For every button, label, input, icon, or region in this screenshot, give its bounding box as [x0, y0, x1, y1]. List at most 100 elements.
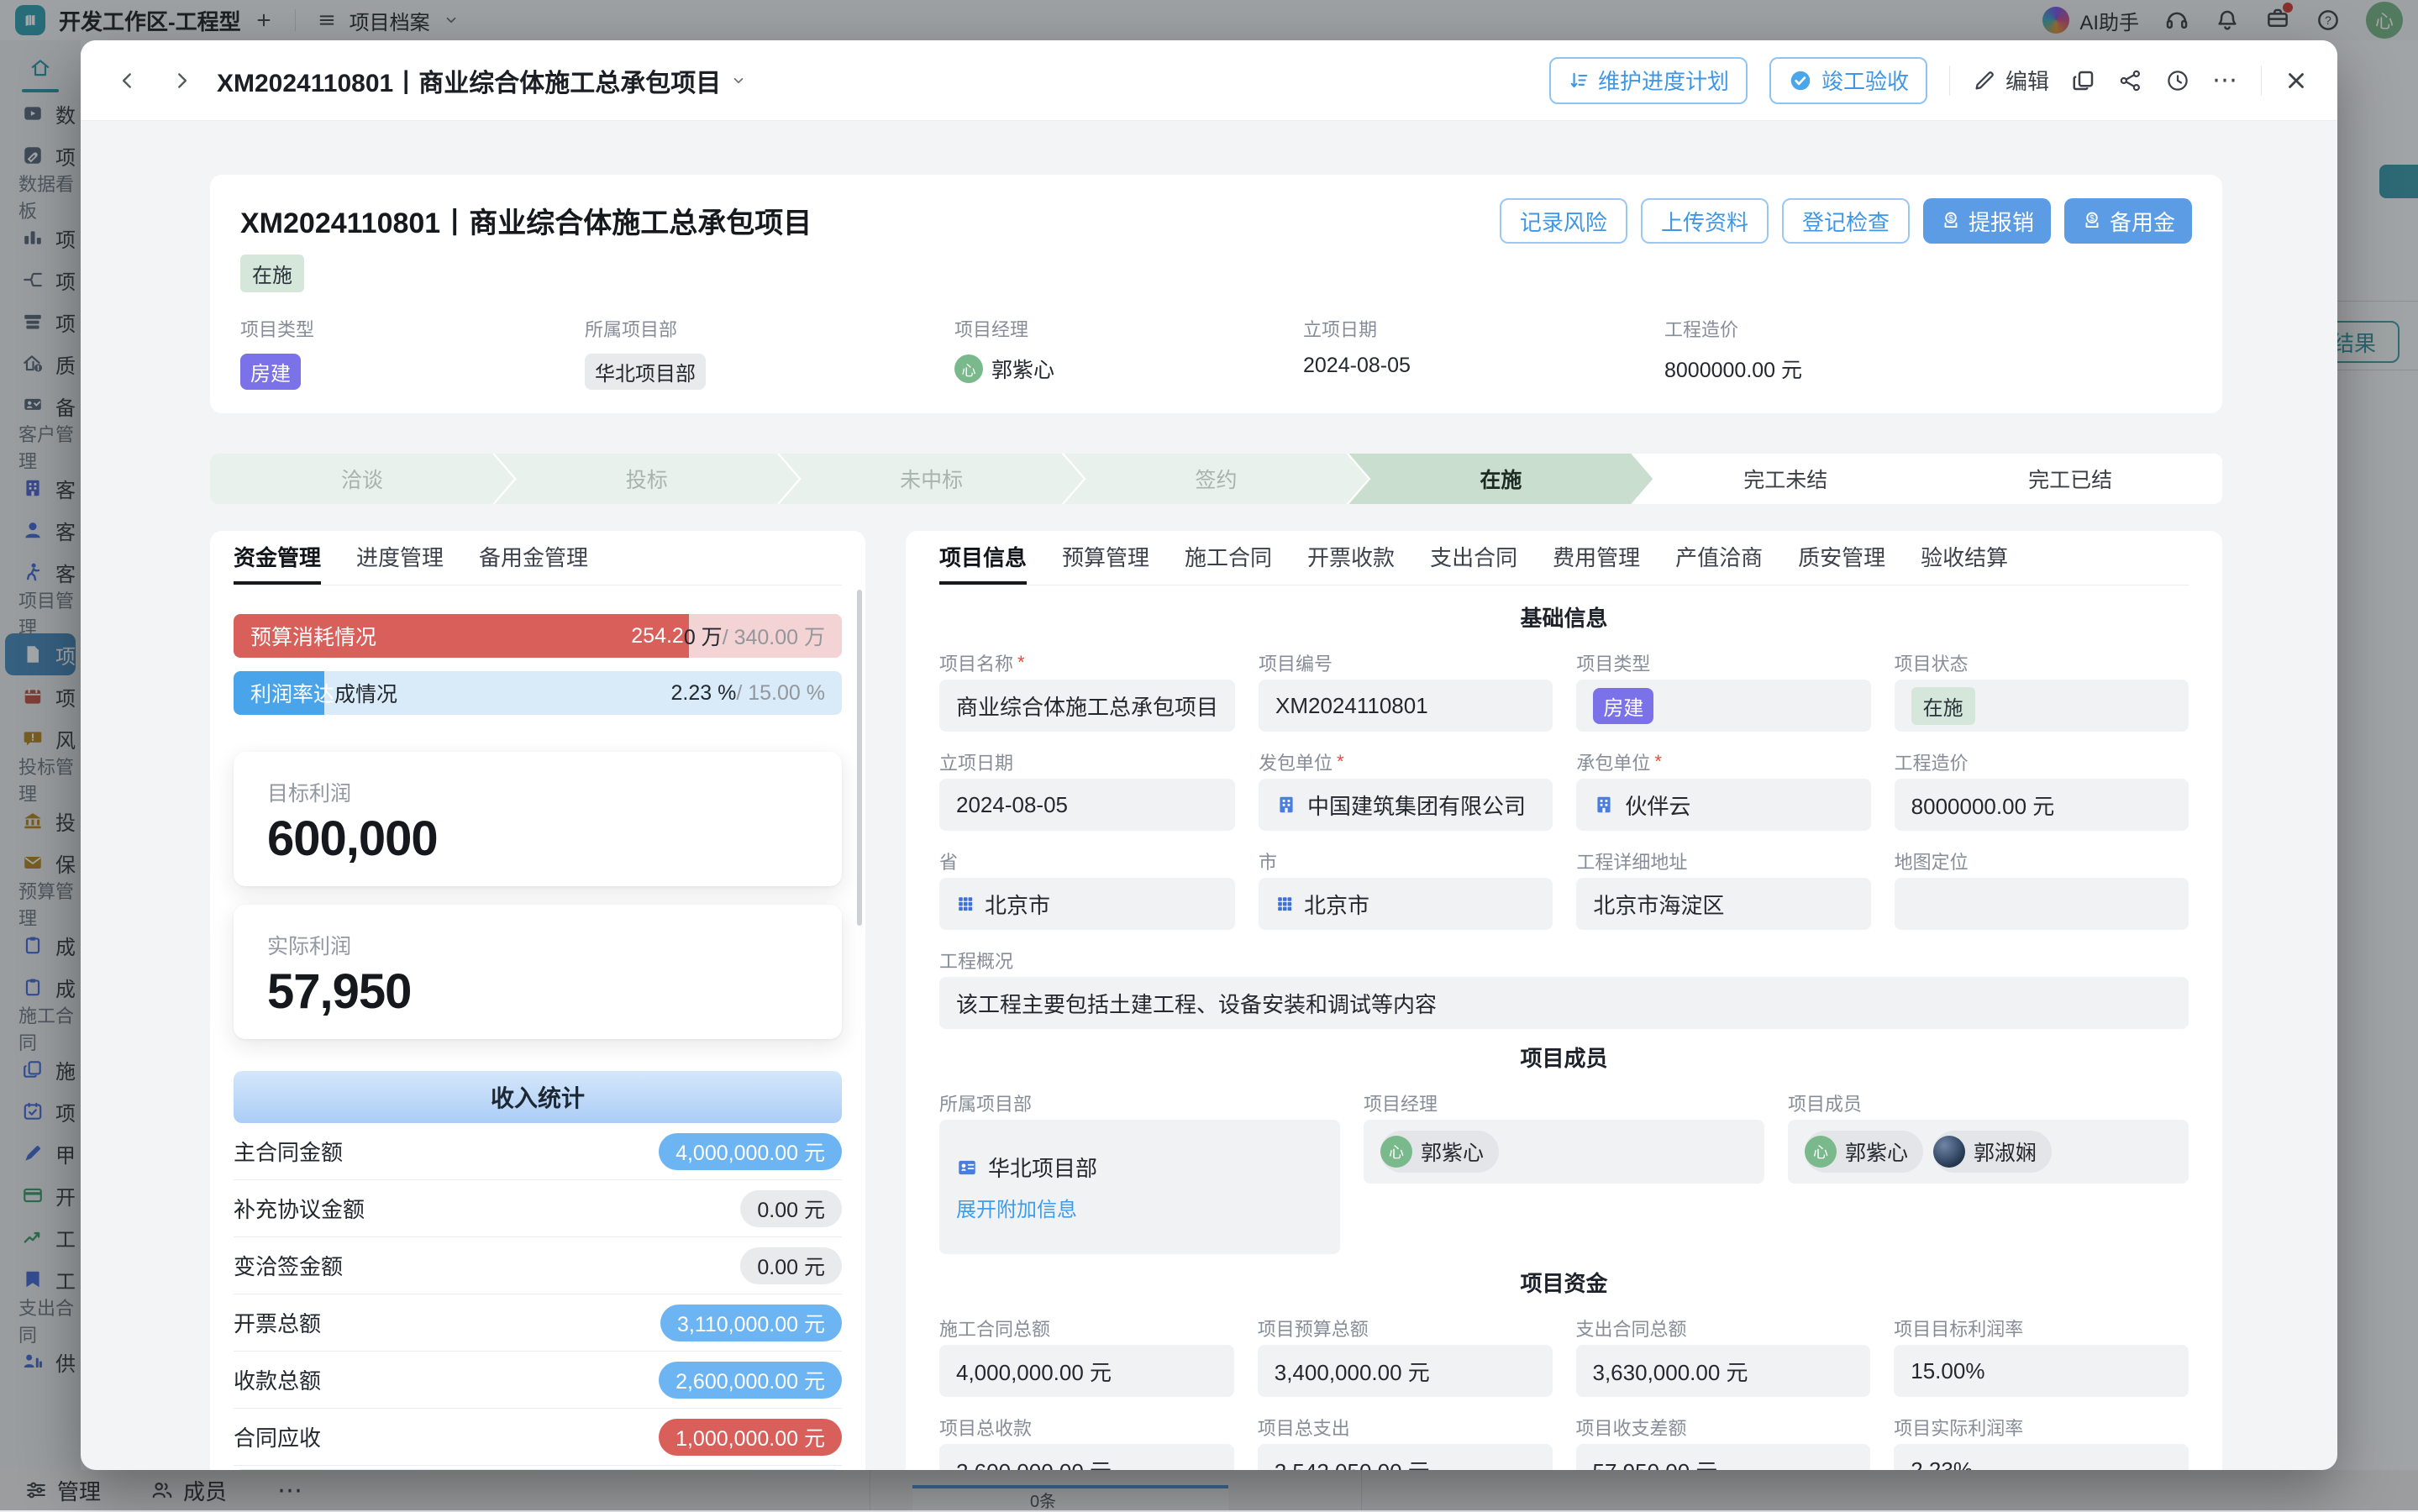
upload-docs-button[interactable]: 上传资料 — [1641, 198, 1769, 244]
amount-pill: 0.00 元 — [740, 1190, 842, 1227]
amount-pill: 2,600,000.00 元 — [659, 1362, 842, 1399]
record-title: XM2024110801丨商业综合体施工总承包项目 — [217, 62, 746, 99]
field-project-members[interactable]: 心郭紫心 郭淑娴 — [1788, 1120, 2189, 1184]
reserve-fund-button[interactable]: 备用金 — [2064, 198, 2192, 244]
tab-budget[interactable]: 预算管理 — [1062, 531, 1149, 585]
field-balance[interactable]: 57,950.00 元 — [1576, 1444, 1871, 1470]
section-funds: 项目资金 — [939, 1266, 2189, 1298]
field-client-unit[interactable]: 中国建筑集团有限公司 — [1259, 779, 1553, 831]
expand-extra-info-link[interactable]: 展开附加信息 — [956, 1193, 1077, 1222]
grid-icon — [1275, 895, 1294, 913]
tab-output-negotiation[interactable]: 产值洽商 — [1675, 531, 1763, 585]
field-city[interactable]: 北京市 — [1259, 878, 1553, 930]
project-type-badge: 房建 — [240, 354, 301, 390]
step-bidding[interactable]: 投标 — [495, 454, 799, 504]
amount-pill: 4,000,000.00 元 — [659, 1133, 842, 1170]
left-tabs: 资金管理 进度管理 备用金管理 — [234, 531, 842, 585]
seal-check-icon — [1788, 68, 1813, 93]
status-badge: 在施 — [240, 255, 304, 292]
actual-profit-value: 57,950 — [267, 963, 808, 1020]
funds-panel: 资金管理 进度管理 备用金管理 预算消耗情况254.20 万 / 340.00 … — [210, 531, 865, 1470]
modal-body: XM2024110801丨商业综合体施工总承包项目 在施 记录风险 上传资料 登… — [81, 121, 2337, 1470]
chevron-down-icon[interactable] — [731, 73, 746, 88]
income-row: 补充协议金额0.00 元 — [234, 1180, 842, 1237]
profit-rate-bar: 利润率达成情况2.23 % / 15.00 % — [234, 671, 842, 715]
member-chip: 心郭紫心 — [1380, 1131, 1499, 1173]
tab-quality-safety[interactable]: 质安管理 — [1798, 531, 1885, 585]
step-not-won[interactable]: 未中标 — [780, 454, 1084, 504]
step-negotiation[interactable]: 洽谈 — [210, 454, 514, 504]
field-contract-total[interactable]: 4,000,000.00 元 — [939, 1345, 1234, 1397]
id-card-icon — [956, 1157, 978, 1179]
tab-progress[interactable]: 进度管理 — [356, 531, 444, 585]
income-statistics-button[interactable]: 收入统计 — [234, 1071, 842, 1123]
member-avatar: 心 — [1805, 1136, 1837, 1168]
field-address[interactable]: 北京市海淀区 — [1576, 878, 1870, 930]
field-project-cost[interactable]: 8000000.00 元 — [1895, 779, 2189, 831]
field-project-name[interactable]: 商业综合体施工总承包项目 — [939, 680, 1235, 732]
header-divider — [2261, 66, 2262, 96]
money-icon — [1940, 210, 1962, 232]
tab-invoicing[interactable]: 开票收款 — [1307, 531, 1395, 585]
field-department[interactable]: 华北项目部 展开附加信息 — [939, 1120, 1340, 1254]
building-icon — [1275, 794, 1297, 816]
field-start-date[interactable]: 2024-08-05 — [939, 779, 1235, 831]
close-icon[interactable] — [2284, 68, 2309, 93]
actual-profit-card: 实际利润 57,950 — [234, 905, 842, 1039]
manager-avatar: 心 — [954, 354, 983, 383]
target-profit-value: 600,000 — [267, 811, 808, 867]
tab-expense-contract[interactable]: 支出合同 — [1430, 531, 1517, 585]
field-expense-contract-total[interactable]: 3,630,000.00 元 — [1576, 1345, 1871, 1397]
register-inspection-button[interactable]: 登记检查 — [1782, 198, 1910, 244]
member-photo-avatar — [1933, 1136, 1965, 1168]
grid-icon — [956, 895, 975, 913]
member-chip: 心郭紫心 — [1805, 1131, 1923, 1173]
step-in-construction[interactable]: 在施 — [1348, 454, 1653, 504]
next-record-button[interactable] — [163, 62, 200, 99]
tab-construction-contract[interactable]: 施工合同 — [1185, 531, 1272, 585]
tab-reserve[interactable]: 备用金管理 — [479, 531, 588, 585]
field-actual-profit-rate[interactable]: 2.23% — [1894, 1444, 2189, 1470]
edit-button[interactable]: 编辑 — [1972, 65, 2049, 96]
completion-acceptance-button[interactable]: 竣工验收 — [1769, 57, 1927, 104]
prev-record-button[interactable] — [109, 62, 146, 99]
card-actions: 记录风险 上传资料 登记检查 提报销 备用金 — [1500, 198, 2192, 244]
field-project-overview[interactable]: 该工程主要包括土建工程、设备安装和调试等内容 — [939, 977, 2189, 1029]
copy-icon[interactable] — [2071, 68, 2096, 93]
submit-expense-button[interactable]: 提报销 — [1923, 198, 2051, 244]
step-finished-settled[interactable]: 完工已结 — [1918, 454, 2222, 504]
field-budget-total[interactable]: 3,400,000.00 元 — [1258, 1345, 1553, 1397]
project-meta: 项目类型房建 所属项目部华北项目部 项目经理心郭紫心 立项日期2024-08-0… — [240, 315, 2192, 390]
status-stepper: 洽谈 投标 未中标 签约 在施 完工未结 完工已结 — [210, 454, 2222, 504]
tab-cost-management[interactable]: 费用管理 — [1553, 531, 1640, 585]
history-clock-icon[interactable] — [2165, 68, 2190, 93]
more-actions-icon[interactable]: ⋯ — [2212, 66, 2239, 95]
header-divider — [1949, 66, 1950, 96]
record-risk-button[interactable]: 记录风险 — [1500, 198, 1627, 244]
tab-funds[interactable]: 资金管理 — [234, 531, 321, 585]
maintain-schedule-button[interactable]: 维护进度计划 — [1549, 57, 1748, 104]
field-project-status[interactable]: 在施 — [1895, 680, 2189, 732]
tab-project-info[interactable]: 项目信息 — [939, 531, 1027, 585]
field-contractor-unit[interactable]: 伙伴云 — [1576, 779, 1870, 831]
amount-pill: 1,000,000.00 元 — [659, 1419, 842, 1456]
member-avatar: 心 — [1380, 1136, 1412, 1168]
field-project-type[interactable]: 房建 — [1576, 680, 1870, 732]
field-total-received[interactable]: 2,600,000.00 元 — [939, 1444, 1234, 1470]
project-info-panel: 项目信息 预算管理 施工合同 开票收款 支出合同 费用管理 产值洽商 质安管理 … — [906, 531, 2222, 1470]
step-signed[interactable]: 签约 — [1064, 454, 1369, 504]
field-province[interactable]: 北京市 — [939, 878, 1235, 930]
tab-acceptance-settlement[interactable]: 验收结算 — [1921, 531, 2008, 585]
amount-pill: 0.00 元 — [740, 1247, 842, 1284]
left-panel-scrollbar[interactable] — [857, 590, 862, 926]
budget-consumption-bar: 预算消耗情况254.20 万 / 340.00 万 — [234, 614, 842, 658]
field-map-location[interactable] — [1895, 878, 2189, 930]
field-total-paid[interactable]: 2,542,050.00 元 — [1258, 1444, 1553, 1470]
expense-statistics-button-cut[interactable] — [234, 1469, 842, 1470]
share-icon[interactable] — [2118, 68, 2143, 93]
project-detail-modal: XM2024110801丨商业综合体施工总承包项目 维护进度计划 竣工验收 编辑… — [81, 40, 2337, 1470]
field-project-code[interactable]: XM2024110801 — [1259, 680, 1553, 732]
step-finished-unsettled[interactable]: 完工未结 — [1633, 454, 1937, 504]
field-target-profit-rate[interactable]: 15.00% — [1894, 1345, 2189, 1397]
field-project-manager[interactable]: 心郭紫心 — [1364, 1120, 1764, 1184]
